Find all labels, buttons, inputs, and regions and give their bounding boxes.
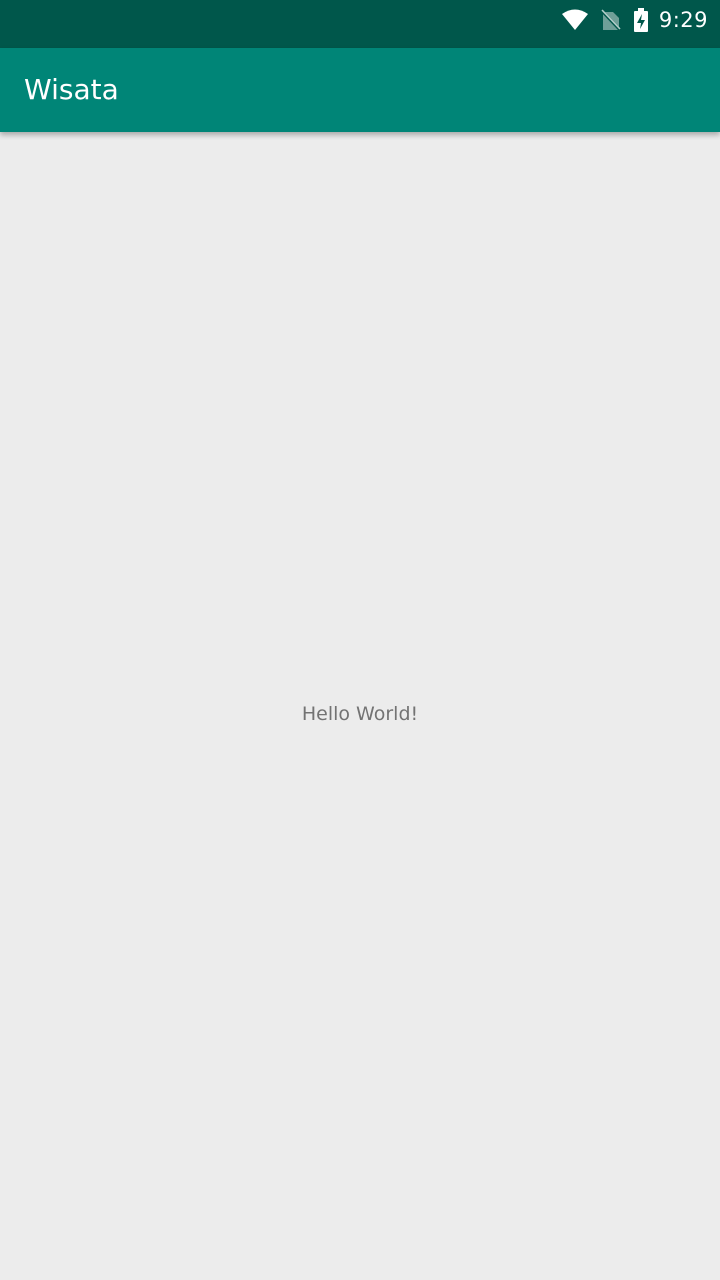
- main-content: Hello World!: [0, 132, 720, 1280]
- wifi-icon: [561, 9, 589, 31]
- battery-charging-icon: [633, 8, 649, 32]
- app-bar: Wisata: [0, 48, 720, 132]
- status-bar-clock: 9:29: [658, 8, 708, 32]
- no-sim-icon: [600, 9, 621, 31]
- app-title: Wisata: [24, 73, 119, 106]
- hello-world-text: Hello World!: [301, 703, 419, 725]
- status-icons: 9:29: [561, 0, 708, 40]
- status-bar: 9:29: [0, 0, 720, 48]
